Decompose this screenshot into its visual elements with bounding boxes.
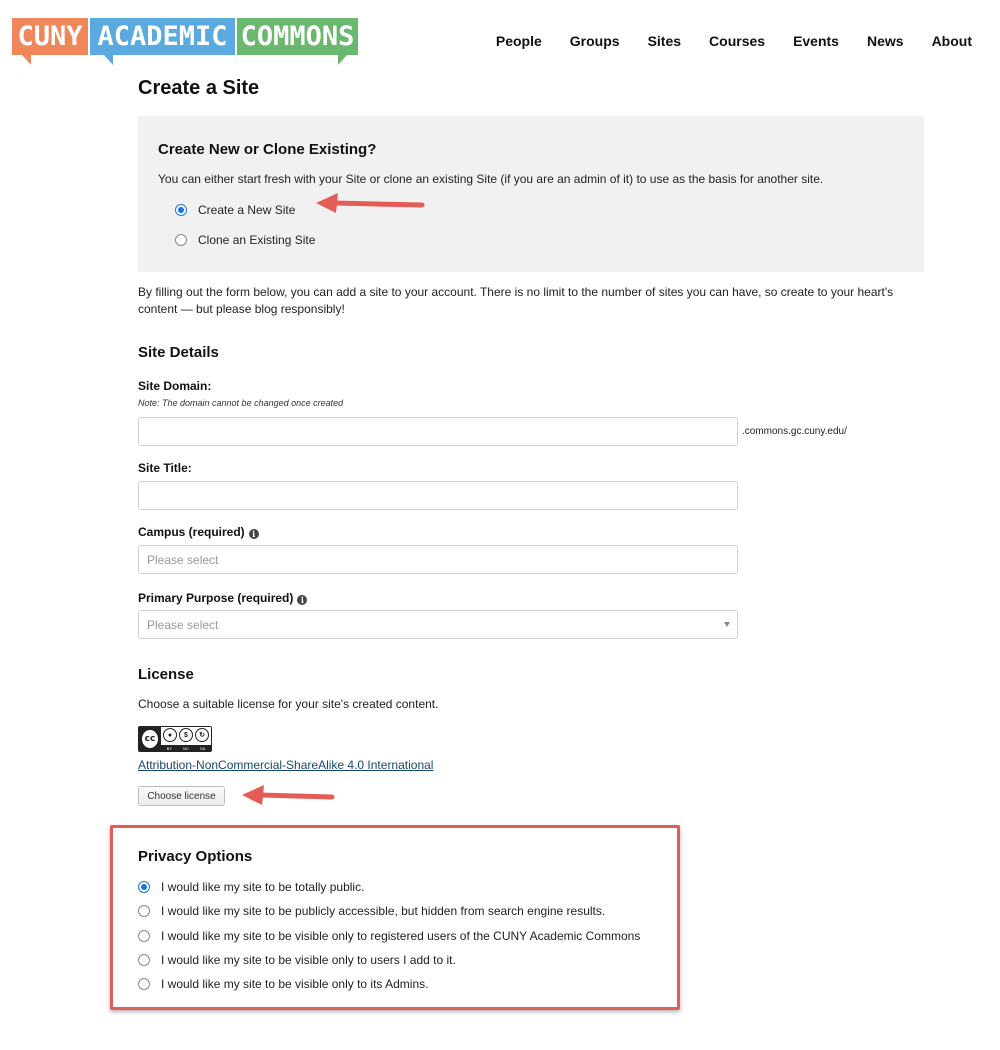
- campus-select[interactable]: Please select: [138, 545, 738, 574]
- radio-clone-existing[interactable]: [175, 234, 187, 246]
- site-title-label: Site Title:: [138, 461, 192, 475]
- nav-groups[interactable]: Groups: [570, 33, 620, 49]
- campus-label: Campus (required) i: [138, 525, 259, 539]
- purpose-label-text: Primary Purpose (required): [138, 591, 294, 605]
- campus-label-text: Campus (required): [138, 525, 245, 539]
- privacy-option-label: I would like my site to be visible only …: [161, 953, 456, 967]
- logo-academic: ACADEMIC: [90, 18, 235, 55]
- badge-sa: SA: [200, 745, 206, 751]
- badge-by: BY: [166, 745, 172, 751]
- purpose-label: Primary Purpose (required) i: [138, 591, 308, 605]
- purpose-select-placeholder: Please select: [147, 617, 219, 632]
- option-create-new[interactable]: Create a New Site: [175, 203, 295, 217]
- nav-people[interactable]: People: [496, 33, 542, 49]
- purpose-select[interactable]: Please select: [138, 610, 738, 639]
- radio-privacy-admins[interactable]: [138, 978, 150, 990]
- badge-nc: NC: [183, 745, 189, 751]
- site-domain-label: Site Domain:: [138, 379, 212, 393]
- radio-privacy-registered[interactable]: [138, 930, 150, 942]
- license-heading: License: [138, 666, 194, 683]
- annotation-arrow-icon: [242, 785, 335, 805]
- info-icon[interactable]: i: [248, 528, 259, 539]
- license-link[interactable]: Attribution-NonCommercial-ShareAlike 4.0…: [138, 758, 433, 772]
- cc-icon: cc: [140, 728, 160, 750]
- clone-section-title: Create New or Clone Existing?: [158, 141, 377, 158]
- annotation-arrow-icon: [316, 193, 425, 213]
- clone-section-description: You can either start fresh with your Sit…: [158, 172, 824, 186]
- privacy-option-admins[interactable]: I would like my site to be visible only …: [138, 977, 428, 991]
- nc-icon: $: [179, 728, 193, 742]
- privacy-option-label: I would like my site to be totally publi…: [161, 880, 365, 894]
- info-icon[interactable]: i: [297, 594, 308, 605]
- option-clone-existing-label: Clone an Existing Site: [198, 233, 316, 247]
- by-icon: ●: [163, 728, 177, 742]
- site-domain-input[interactable]: [138, 417, 738, 446]
- logo-commons: COMMONS: [237, 18, 358, 55]
- privacy-option-label: I would like my site to be visible only …: [161, 977, 429, 991]
- sa-icon: ↻: [195, 728, 209, 742]
- intro-text: By filling out the form below, you can a…: [138, 285, 894, 316]
- nav-events[interactable]: Events: [793, 33, 839, 49]
- choose-license-button[interactable]: Choose license: [138, 786, 225, 806]
- logo-cuny: CUNY: [12, 18, 88, 55]
- privacy-option-label: I would like my site to be visible only …: [161, 929, 641, 943]
- privacy-heading: Privacy Options: [138, 848, 253, 865]
- option-create-new-label: Create a New Site: [198, 203, 296, 217]
- privacy-option-public[interactable]: I would like my site to be totally publi…: [138, 880, 364, 894]
- privacy-option-hidden-search[interactable]: I would like my site to be publicly acce…: [138, 904, 605, 918]
- site-domain-note: Note: The domain cannot be changed once …: [138, 398, 344, 408]
- site-domain-suffix: .commons.gc.cuny.edu/: [742, 426, 847, 437]
- license-description: Choose a suitable license for your site'…: [138, 697, 439, 711]
- nav-news[interactable]: News: [867, 33, 904, 49]
- site-logo[interactable]: CUNY ACADEMIC COMMONS: [12, 18, 358, 66]
- nav-sites[interactable]: Sites: [648, 33, 681, 49]
- site-title-input[interactable]: [138, 481, 738, 510]
- privacy-option-registered[interactable]: I would like my site to be visible only …: [138, 929, 640, 943]
- page-title: Create a Site: [138, 77, 260, 99]
- privacy-option-label: I would like my site to be publicly acce…: [161, 904, 606, 918]
- nav-about[interactable]: About: [932, 33, 972, 49]
- radio-privacy-hidden-search[interactable]: [138, 905, 150, 917]
- campus-select-placeholder: Please select: [147, 552, 219, 567]
- privacy-option-added-users[interactable]: I would like my site to be visible only …: [138, 953, 456, 967]
- site-details-heading: Site Details: [138, 344, 219, 361]
- radio-privacy-added-users[interactable]: [138, 954, 150, 966]
- chevron-down-icon: [724, 622, 730, 627]
- radio-create-new[interactable]: [175, 204, 187, 216]
- radio-privacy-public[interactable]: [138, 881, 150, 893]
- nav-courses[interactable]: Courses: [709, 33, 765, 49]
- option-clone-existing[interactable]: Clone an Existing Site: [175, 233, 315, 247]
- main-nav: People Groups Sites Courses Events News …: [468, 33, 972, 49]
- cc-license-badge-icon: cc ● $ ↻ BY NC SA: [138, 726, 212, 752]
- clone-section: Create New or Clone Existing? You can ei…: [138, 116, 924, 272]
